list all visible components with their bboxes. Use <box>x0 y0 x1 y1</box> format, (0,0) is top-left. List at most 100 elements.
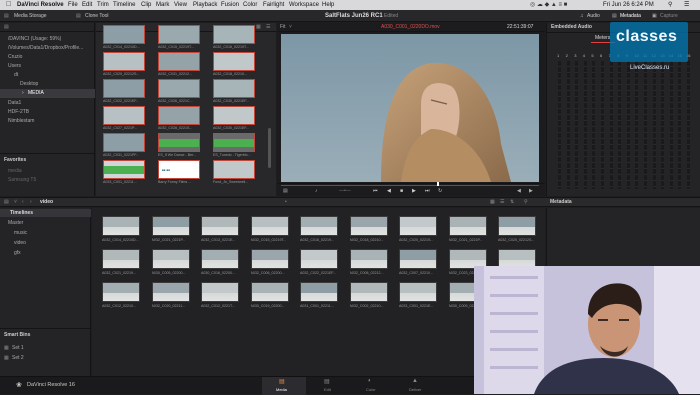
menu-color[interactable]: Color <box>243 0 257 10</box>
storage-item[interactable]: dt <box>14 72 18 78</box>
pool-clip-thumbnail[interactable] <box>201 216 239 236</box>
metadata-button[interactable]: Metadata <box>620 10 641 22</box>
storage-clip-thumbnail[interactable] <box>103 25 145 44</box>
apple-icon[interactable]:  <box>6 0 11 10</box>
pool-clip-thumbnail[interactable] <box>300 249 338 269</box>
page-tab-edit[interactable]: ▤ Edit <box>306 377 350 395</box>
menu-edit[interactable]: Edit <box>82 0 92 10</box>
menu-timeline[interactable]: Timeline <box>113 0 135 10</box>
grid-view-icon[interactable]: ▦ <box>490 199 495 205</box>
storage-item[interactable]: /DAVINCI (Usage: 59%) <box>8 36 61 42</box>
storage-item[interactable]: /Volumes/Data1/Dropbox/Profile... <box>8 45 83 51</box>
pool-clip-thumbnail[interactable] <box>151 249 190 269</box>
storage-clip-thumbnail[interactable] <box>213 52 255 71</box>
menu-app-name[interactable]: DaVinci Resolve <box>17 0 64 10</box>
storage-clip-thumbnail[interactable] <box>103 79 145 98</box>
play-reverse-icon[interactable]: ◀ <box>387 188 391 194</box>
storage-clip-thumbnail[interactable] <box>158 52 200 71</box>
timelines-bin[interactable]: Timelines <box>0 209 91 217</box>
playhead[interactable] <box>437 182 439 186</box>
page-tab-deliver[interactable]: ▲ Deliver <box>394 377 438 395</box>
pool-clip-thumbnail[interactable] <box>250 282 289 302</box>
storage-clip-thumbnail[interactable] <box>158 106 200 125</box>
storage-item[interactable]: Desktop <box>20 81 38 87</box>
list-view-icon[interactable]: ☰ <box>500 199 504 205</box>
pool-clip-thumbnail[interactable] <box>250 249 289 269</box>
menu-fairlight[interactable]: Fairlight <box>263 0 284 10</box>
search-icon[interactable]: ⚲ <box>668 0 672 10</box>
storage-item-selected[interactable]: › MEDIA <box>0 89 95 98</box>
menu-list-icon[interactable]: ☰ <box>684 0 689 10</box>
storage-item[interactable]: Cruzio <box>8 54 22 60</box>
back-arrow-icon[interactable]: ‹ <box>22 199 24 205</box>
storage-clip-thumbnail[interactable] <box>103 106 145 125</box>
monitor-icon[interactable]: ▤ <box>283 188 288 194</box>
pool-clip-thumbnail[interactable] <box>300 282 338 302</box>
bin-video[interactable]: video <box>14 240 26 246</box>
menu-mark[interactable]: Mark <box>156 0 169 10</box>
favorite-item[interactable]: media <box>8 168 22 174</box>
pool-clip-thumbnail[interactable] <box>102 216 140 236</box>
pool-clip-thumbnail[interactable] <box>102 249 140 269</box>
menu-clip[interactable]: Clip <box>141 0 151 10</box>
chevron-down-icon[interactable]: ˅ <box>289 24 292 30</box>
storage-clip-thumbnail[interactable] <box>213 25 255 44</box>
storage-clip-thumbnail[interactable] <box>158 25 200 44</box>
page-tab-media[interactable]: ▤ Media <box>262 377 306 395</box>
menu-file[interactable]: File <box>68 0 78 10</box>
mark-in-icon[interactable]: ◀ <box>517 188 521 194</box>
pool-clip-thumbnail[interactable] <box>498 216 536 236</box>
zoom-fit-dropdown[interactable]: Fit <box>280 24 286 30</box>
pool-clip-thumbnail[interactable] <box>349 249 388 269</box>
favorite-item[interactable]: Samsung T5 <box>8 177 36 183</box>
audio-icon[interactable]: ♫ <box>580 10 584 22</box>
storage-item[interactable]: HDF-2TB <box>8 109 29 115</box>
media-storage-button[interactable]: Media Storage <box>14 10 47 22</box>
pool-clip-thumbnail[interactable] <box>151 282 190 302</box>
clone-tool-button[interactable]: Clone Tool <box>85 10 109 22</box>
bin-music[interactable]: music <box>14 230 27 236</box>
volume-icon[interactable]: ♪ <box>315 188 318 194</box>
scrubber-bar[interactable] <box>281 185 539 186</box>
storage-clip-thumbnail[interactable] <box>213 133 255 152</box>
pool-clip-thumbnail[interactable] <box>151 216 190 236</box>
capture-button[interactable]: Capture <box>660 10 678 22</box>
video-frame[interactable] <box>281 34 539 182</box>
capture-icon[interactable]: ▣ <box>652 10 657 22</box>
list-view-icon[interactable]: ☰ <box>266 24 270 30</box>
storage-item[interactable]: Data1 <box>8 100 21 106</box>
bin-gfx[interactable]: gfx <box>14 250 21 256</box>
pool-clip-thumbnail[interactable] <box>349 216 388 236</box>
media-storage-icon[interactable]: ▤ <box>4 10 9 22</box>
storage-clip-thumbnail[interactable] <box>158 79 200 98</box>
menu-trim[interactable]: Trim <box>97 0 109 10</box>
menu-playback[interactable]: Playback <box>193 0 217 10</box>
chevron-down-icon[interactable]: ˅ <box>14 199 17 205</box>
metadata-icon[interactable]: ▤ <box>612 10 617 22</box>
storage-clip-thumbnail[interactable] <box>103 160 145 179</box>
clone-tool-icon[interactable]: ▤ <box>76 10 81 22</box>
panel-toggle-icon[interactable]: ▤ <box>4 199 9 205</box>
grid-view-icon[interactable]: ▦ <box>256 24 261 30</box>
storage-clip-thumbnail[interactable] <box>103 133 145 152</box>
stop-icon[interactable]: ■ <box>400 188 403 194</box>
scrollbar[interactable] <box>268 128 271 168</box>
pool-clip-thumbnail[interactable] <box>448 216 487 236</box>
pool-clip-thumbnail[interactable] <box>102 282 140 302</box>
storage-item[interactable]: Nimblestam <box>8 118 34 124</box>
storage-item[interactable]: Users <box>8 63 21 69</box>
storage-clip-thumbnail[interactable] <box>213 79 255 98</box>
smart-bin-item[interactable]: Set 1 <box>12 345 24 351</box>
pool-clip-thumbnail[interactable] <box>349 282 388 302</box>
menu-help[interactable]: Help <box>322 0 334 10</box>
pool-clip-thumbnail[interactable] <box>201 282 239 302</box>
slider-icon[interactable]: —•— <box>339 188 351 194</box>
pool-clip-thumbnail[interactable] <box>399 249 437 269</box>
menu-view[interactable]: View <box>174 0 187 10</box>
tab-meters[interactable]: Meters <box>595 35 610 41</box>
sort-icon[interactable]: ⇅ <box>510 199 514 205</box>
search-icon[interactable]: ⚲ <box>524 199 528 205</box>
pool-clip-thumbnail[interactable] <box>250 216 289 236</box>
master-bin[interactable]: Master <box>8 220 23 226</box>
panel-toggle-icon[interactable]: ▤ <box>4 24 9 30</box>
